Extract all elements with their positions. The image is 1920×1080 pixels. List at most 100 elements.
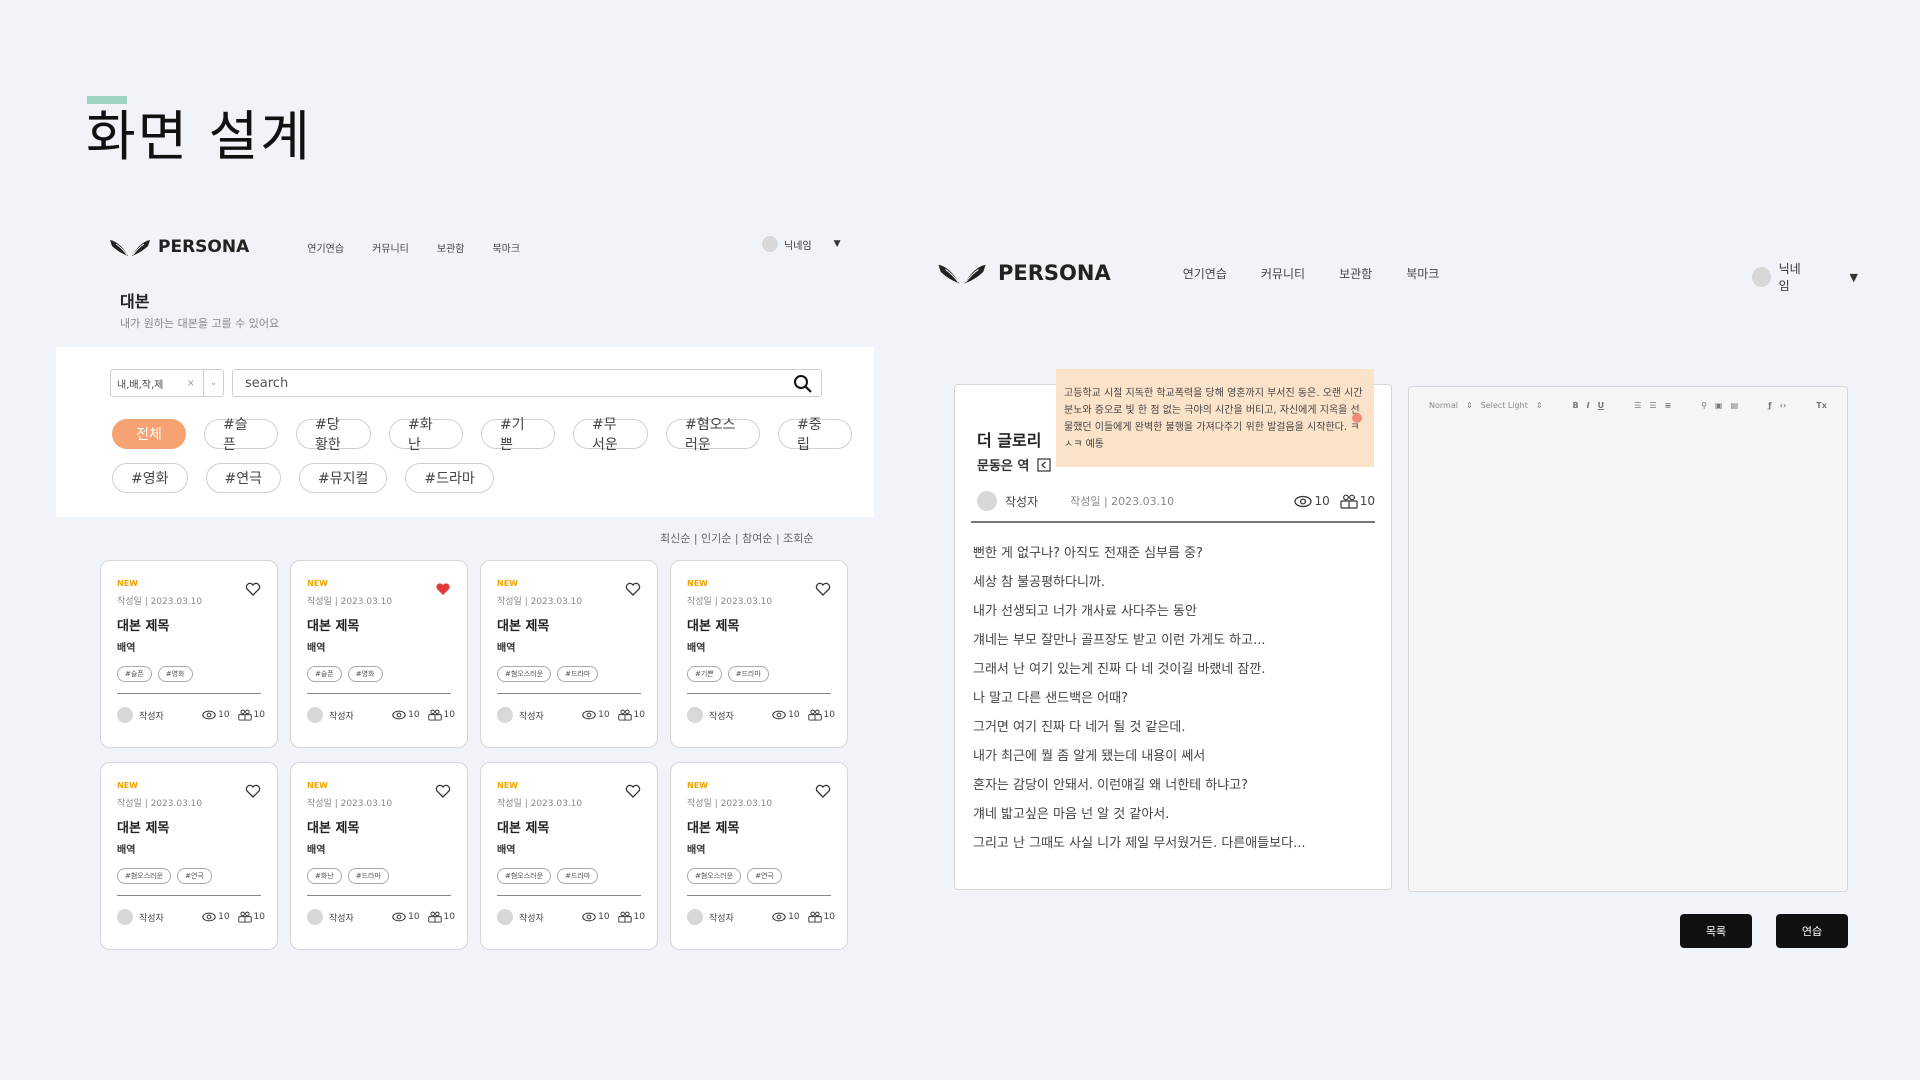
people-icon [807, 911, 822, 923]
avatar [497, 909, 513, 925]
script-card[interactable]: NEW 작성일 | 2023.03.10 대본 제목 배역 #혐오스러운 #드라마 작성자 1… [480, 560, 658, 748]
text-style-select[interactable]: Normal [1429, 401, 1458, 410]
tag-chip[interactable]: #영화 [112, 463, 188, 493]
menu-item-community[interactable]: 커뮤니티 [1261, 265, 1305, 282]
card-role: 배역 [687, 643, 706, 654]
menu-item-archive[interactable]: 보관함 [437, 240, 465, 255]
script-card[interactable]: NEW 작성일 | 2023.03.10 대본 제목 배역 #슬픈 #영화 작성자 10 10 [100, 560, 278, 748]
card-tag[interactable]: #연극 [747, 868, 782, 884]
card-title: 대본 제목 [307, 821, 360, 836]
tag-chip[interactable]: 전체 [112, 419, 186, 449]
script-card[interactable]: NEW 작성일 | 2023.03.10 대본 제목 배역 #혐오스러운 #연극 작성자 10… [670, 762, 848, 950]
avatar [307, 707, 323, 723]
heart-icon[interactable] [625, 783, 641, 799]
card-tag[interactable]: #혐오스러운 [497, 666, 552, 682]
tag-chip[interactable]: #뮤지컬 [299, 463, 388, 493]
menu-item-practice[interactable]: 연기연습 [1183, 265, 1227, 282]
brand-logo[interactable]: PERSONA [110, 236, 249, 258]
underline-icon[interactable]: U [1598, 401, 1605, 410]
video-icon[interactable]: ▤ [1731, 401, 1739, 410]
ordered-list-icon[interactable]: ☰ [1634, 401, 1641, 410]
tag-chip[interactable]: #드라마 [405, 463, 494, 493]
search-type-select[interactable]: 내,배,작,제 × ⌄ [110, 369, 224, 397]
list-button[interactable]: 목록 [1680, 914, 1752, 948]
script-card[interactable]: NEW 작성일 | 2023.03.10 대본 제목 배역 #화난 #드라마 작성자 10 10 [290, 762, 468, 950]
tag-chip[interactable]: #화난 [389, 417, 464, 453]
search-input[interactable]: search [232, 369, 822, 397]
font-select[interactable]: Select Light [1481, 401, 1528, 410]
author-name: 작성자 [709, 913, 734, 924]
eye-icon [1294, 495, 1313, 507]
menu-item-practice[interactable]: 연기연습 [307, 240, 344, 255]
menu-item-archive[interactable]: 보관함 [1339, 265, 1372, 282]
tag-chip[interactable]: #당황한 [296, 417, 372, 453]
user-menu[interactable]: 닉네임 ▼ [1752, 260, 1858, 294]
brand-logo[interactable]: PERSONA [938, 260, 1111, 286]
tag-chip[interactable]: #기쁜 [481, 417, 556, 453]
card-tag[interactable]: #영화 [157, 666, 193, 682]
link-icon[interactable]: ⚲ [1701, 401, 1707, 410]
practice-button[interactable]: 연습 [1776, 914, 1848, 948]
menu-item-community[interactable]: 커뮤니티 [372, 240, 409, 255]
clear-format-icon[interactable]: Tx [1816, 401, 1827, 410]
menu-item-bookmark[interactable]: 북마크 [492, 240, 520, 255]
card-tag[interactable]: #연극 [177, 868, 212, 884]
card-tags: #기쁜 #드라마 [687, 666, 831, 682]
formula-icon[interactable]: ƒ [1768, 401, 1771, 410]
script-card[interactable]: NEW 작성일 | 2023.03.10 대본 제목 배역 #혐오스러운 #연극 작성자 10… [100, 762, 278, 950]
eye-icon [202, 710, 216, 720]
clear-icon[interactable]: × [187, 378, 195, 389]
main-menu: 연기연습 커뮤니티 보관함 북마크 [307, 240, 520, 255]
script-card[interactable]: NEW 작성일 | 2023.03.10 대본 제목 배역 #기쁜 #드라마 작성자 10 10 [670, 560, 848, 748]
tag-chip[interactable]: #무서운 [573, 417, 649, 453]
heart-icon[interactable] [435, 581, 451, 597]
card-tag[interactable]: #혐오스러운 [687, 868, 742, 884]
card-tag[interactable]: #영화 [347, 666, 383, 682]
heart-icon[interactable] [815, 581, 831, 597]
chevron-down-icon[interactable]: ⌄ [203, 370, 223, 396]
bullet-list-icon[interactable]: ☰ [1649, 401, 1656, 410]
heart-icon[interactable] [625, 581, 641, 597]
card-tag[interactable]: #드라마 [557, 868, 599, 884]
menu-item-bookmark[interactable]: 북마크 [1406, 265, 1439, 282]
heart-icon[interactable] [245, 783, 261, 799]
script-card[interactable]: NEW 작성일 | 2023.03.10 대본 제목 배역 #슬픈 #영화 작성자 10 10 [290, 560, 468, 748]
card-footer: 작성자 10 10 [117, 707, 265, 723]
card-tag[interactable]: #드라마 [727, 666, 769, 682]
tag-chip[interactable]: #슬픈 [204, 417, 278, 453]
sort-options[interactable]: 최신순 | 인기순 | 참여순 | 조회순 [660, 530, 814, 546]
user-menu[interactable]: 닉네임 ▼ [762, 236, 841, 252]
card-stats: 10 10 [772, 709, 835, 721]
heart-icon[interactable] [435, 783, 451, 799]
card-tag[interactable]: #기쁜 [687, 666, 722, 682]
bold-icon[interactable]: B [1573, 401, 1579, 410]
avatar [307, 909, 323, 925]
divider [117, 895, 261, 896]
search-icon[interactable] [793, 374, 813, 394]
card-tag[interactable]: #드라마 [347, 868, 389, 884]
tag-chip[interactable]: #혐오스러운 [666, 417, 760, 453]
tag-chip[interactable]: #중립 [777, 417, 852, 453]
collapse-left-icon[interactable] [1037, 457, 1051, 472]
avatar [497, 707, 513, 723]
card-tag[interactable]: #혐오스러운 [497, 868, 552, 884]
card-tag[interactable]: #슬픈 [117, 666, 152, 682]
code-icon[interactable]: ‹› [1780, 401, 1787, 410]
view-count: 10 [772, 911, 800, 923]
heart-icon[interactable] [245, 581, 261, 597]
eye-icon [202, 912, 216, 922]
card-role: 배역 [497, 643, 516, 654]
image-icon[interactable]: ▣ [1715, 401, 1723, 410]
tag-chip[interactable]: #연극 [205, 463, 281, 493]
card-footer: 작성자 10 10 [307, 707, 455, 723]
script-card[interactable]: NEW 작성일 | 2023.03.10 대본 제목 배역 #혐오스러운 #드라마 작성자 1… [480, 762, 658, 950]
genre-tag-row: #영화 #연극 #뮤지컬 #드라마 [112, 463, 852, 493]
indent-icon[interactable]: ≡ [1664, 401, 1671, 410]
heart-icon[interactable] [815, 783, 831, 799]
card-tag[interactable]: #드라마 [557, 666, 599, 682]
practice-editor[interactable]: Normal ⇕ Select Light ⇕ B I U ☰ ☰ ≡ ⚲ ▣ … [1408, 386, 1848, 892]
card-tag[interactable]: #화난 [307, 868, 342, 884]
italic-icon[interactable]: I [1587, 401, 1590, 410]
card-tag[interactable]: #슬픈 [307, 666, 342, 682]
card-tag[interactable]: #혐오스러운 [117, 868, 172, 884]
